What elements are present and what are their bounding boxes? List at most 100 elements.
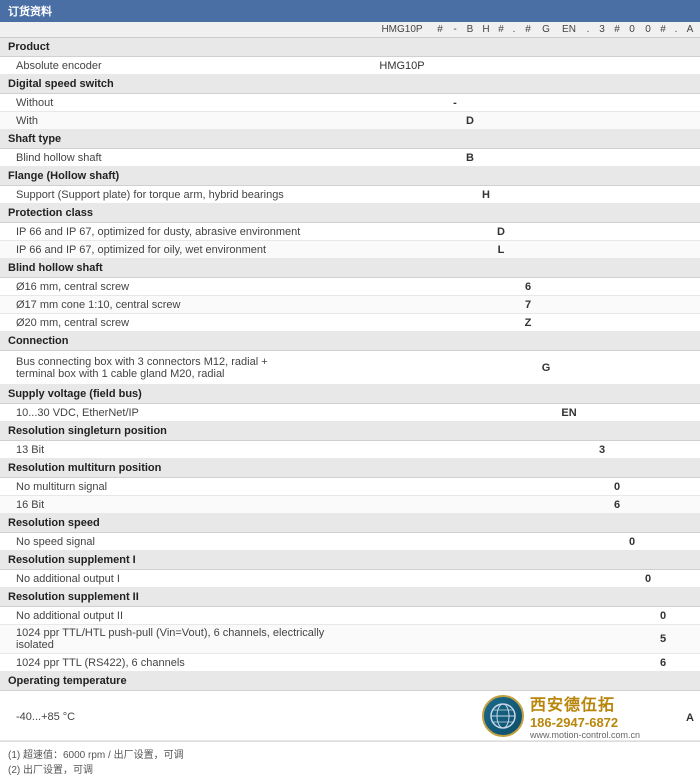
code-c15 — [670, 299, 682, 311]
page-wrapper: 订货资料 HMG10P # - B H # . # G EN . 3 # 0 0… — [0, 0, 700, 780]
col-code-16: A — [682, 24, 698, 35]
row-codes: Z — [372, 317, 698, 329]
code-c14 — [656, 499, 670, 511]
watermark: 西安德伍拓 186-2947-6872 www.motion-control.c… — [482, 686, 640, 740]
code-c0 — [432, 499, 448, 511]
code-c9 — [582, 115, 594, 127]
code-c0 — [432, 299, 448, 311]
code-c15 — [670, 444, 682, 456]
code-c10 — [594, 610, 610, 622]
code-c5 — [508, 481, 520, 493]
code-c0 — [432, 60, 448, 72]
company-url: www.motion-control.com.cn — [530, 730, 640, 740]
row-codes: 0 — [372, 536, 698, 548]
code-c9 — [582, 573, 594, 585]
row-label: No additional output I — [0, 571, 372, 587]
code-c5 — [508, 444, 520, 456]
table-row: Support (Support plate) for torque arm, … — [0, 186, 700, 204]
code-c0 — [432, 573, 448, 585]
code-c8: EN — [556, 407, 582, 419]
code-c0 — [432, 115, 448, 127]
code-c8 — [556, 536, 582, 548]
code-c13 — [640, 536, 656, 548]
code-c3 — [478, 499, 494, 511]
code-c9 — [582, 189, 594, 201]
code-c8 — [556, 481, 582, 493]
code-c7 — [536, 189, 556, 201]
code-c11 — [610, 573, 624, 585]
table-row: No additional output I 0 — [0, 570, 700, 588]
code-c1 — [448, 536, 462, 548]
code-c8 — [556, 189, 582, 201]
code-c12 — [624, 115, 640, 127]
section-res-supp2: Resolution supplement II — [0, 588, 700, 607]
code-c12 — [624, 281, 640, 293]
row-label: Without — [0, 95, 372, 111]
code-c15 — [670, 610, 682, 622]
code-c14: 0 — [656, 610, 670, 622]
code-c8 — [556, 657, 582, 669]
code-c2 — [462, 444, 478, 456]
code-c10 — [594, 97, 610, 109]
footer-note-1: (1) 超速值：6000 rpm / 出厂设置，可调 — [8, 746, 692, 761]
code-c10 — [594, 226, 610, 238]
code-c4 — [494, 610, 508, 622]
code-c7 — [536, 610, 556, 622]
row-codes: D — [372, 226, 698, 238]
code-c0 — [432, 226, 448, 238]
code-c5 — [508, 499, 520, 511]
code-model — [372, 299, 432, 311]
section-flange: Flange (Hollow shaft) — [0, 167, 700, 186]
col-code-model: HMG10P — [372, 24, 432, 35]
code-c10 — [594, 317, 610, 329]
col-code-12: 0 — [624, 24, 640, 35]
code-c9 — [582, 152, 594, 164]
row-codes: L — [372, 244, 698, 256]
code-c10 — [594, 499, 610, 511]
code-c3 — [478, 610, 494, 622]
code-c9 — [582, 499, 594, 511]
code-c12 — [624, 407, 640, 419]
code-c3: H — [478, 189, 494, 201]
code-c6 — [520, 97, 536, 109]
code-c13 — [640, 152, 656, 164]
code-c9 — [582, 281, 594, 293]
code-c0 — [432, 444, 448, 456]
code-c14 — [656, 281, 670, 293]
code-c13 — [640, 481, 656, 493]
code-c11 — [610, 115, 624, 127]
code-c7 — [536, 244, 556, 256]
code-c16 — [682, 573, 698, 585]
code-c1 — [448, 499, 462, 511]
code-c2 — [462, 536, 478, 548]
code-c9 — [582, 610, 594, 622]
code-c8 — [556, 610, 582, 622]
code-c14 — [656, 152, 670, 164]
code-c12 — [624, 444, 640, 456]
col-code-10: 3 — [594, 24, 610, 35]
code-c12 — [624, 189, 640, 201]
code-c15 — [670, 189, 682, 201]
code-c1: - — [448, 97, 462, 109]
code-c5 — [508, 189, 520, 201]
code-c1 — [448, 573, 462, 585]
col-code-7: G — [536, 24, 556, 35]
code-model — [372, 281, 432, 293]
code-c13 — [640, 317, 656, 329]
code-c9 — [582, 407, 594, 419]
code-c2 — [462, 299, 478, 311]
code-c13 — [640, 610, 656, 622]
code-c16 — [682, 97, 698, 109]
table-row: With D — [0, 112, 700, 130]
code-c11 — [610, 299, 624, 311]
col-code-2: B — [462, 24, 478, 35]
code-c11 — [610, 536, 624, 548]
code-c16 — [682, 152, 698, 164]
code-model — [372, 97, 432, 109]
code-c12: 0 — [624, 536, 640, 548]
code-c12 — [624, 499, 640, 511]
globe-icon — [489, 702, 517, 730]
code-c2 — [462, 499, 478, 511]
code-c16 — [682, 115, 698, 127]
code-c4: D — [494, 226, 508, 238]
